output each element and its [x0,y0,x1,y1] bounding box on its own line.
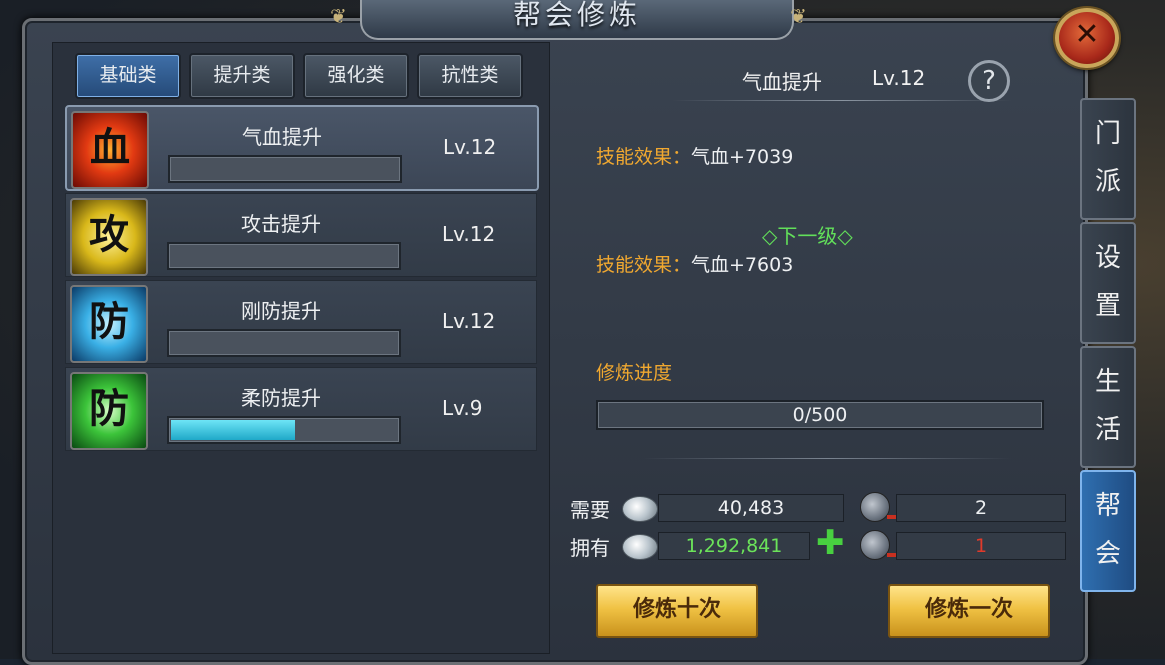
skill-name: 气血提升 [242,125,322,149]
window-title-plate: 帮会修炼 [360,0,794,40]
window-title: 帮会修炼 [512,0,641,31]
skill-detail-panel: 气血提升 Lv.12 ? 技能效果：气血+7039 ◇下一级◇ 技能效果：气血+… [562,42,1074,652]
skill-name: 攻击提升 [241,212,321,236]
skill-name: 刚防提升 [241,299,321,323]
side-tab-sect[interactable]: 门派 [1080,98,1136,220]
detail-skill-name: 气血提升 [742,70,822,94]
need-label: 需要 [570,498,610,522]
skill-level: Lv.12 [442,309,496,333]
skill-list-panel: 基础类 提升类 强化类 抗性类 血 气血提升 Lv.12 攻 攻击提升 Lv.1… [52,42,550,654]
effect-label: 技能效果： [596,254,692,276]
defense-skill-icon: 防 [70,285,148,363]
have-label: 拥有 [570,536,610,560]
current-effect: 技能效果：气血+7039 [596,142,793,169]
silver-coin-icon [622,534,658,560]
training-progress-bar: 0/500 [596,400,1044,430]
title-ornament-left-icon: ❦ [330,4,347,28]
silver-coin-icon [622,496,658,522]
tab-strengthen[interactable]: 强化类 [303,53,409,99]
tab-resistance[interactable]: 抗性类 [417,53,523,99]
tab-basic[interactable]: 基础类 [75,53,181,99]
side-tab-label: 设置 [1094,243,1121,321]
skill-level: Lv.12 [443,135,497,159]
train-once-button[interactable]: 修炼一次 [888,584,1050,638]
skill-item-physical-defense[interactable]: 防 刚防提升 Lv.12 [65,280,537,364]
skill-progress-bar [167,416,401,444]
side-tab-label: 门派 [1094,119,1121,197]
blood-skill-icon: 血 [71,111,149,189]
side-tab-label: 生活 [1094,367,1121,445]
skill-progress-bar [167,242,401,270]
effect-value: 气血+7039 [691,146,794,168]
side-tab-life[interactable]: 生活 [1080,346,1136,468]
guild-token-icon [860,492,897,522]
next-effect: 技能效果：气血+7603 [596,250,793,277]
help-icon[interactable]: ? [968,60,1010,102]
skill-progress-bar [167,329,401,357]
detail-skill-level: Lv.12 [872,66,926,90]
guild-token-icon [860,530,897,560]
need-token: 2 [896,494,1066,522]
skill-item-hp[interactable]: 血 气血提升 Lv.12 [65,105,539,191]
add-silver-icon[interactable]: ✚ [816,526,845,560]
skill-name: 柔防提升 [241,386,321,410]
divider [672,100,1012,101]
divider [642,458,1012,459]
skill-item-attack[interactable]: 攻 攻击提升 Lv.12 [65,193,537,277]
tab-improve[interactable]: 提升类 [189,53,295,99]
effect-label: 技能效果： [596,146,692,168]
skill-progress-bar [168,155,402,183]
next-level-heading: ◇下一级◇ [762,224,853,248]
attack-skill-icon: 攻 [70,198,148,276]
skill-progress-fill [171,420,295,440]
side-tab-settings[interactable]: 设置 [1080,222,1136,344]
skill-item-magic-defense[interactable]: 防 柔防提升 Lv.9 [65,367,537,451]
have-token: 1 [896,532,1066,560]
have-silver: 1,292,841 [658,532,810,560]
skill-level: Lv.12 [442,222,496,246]
title-ornament-right-icon: ❦ [790,4,807,28]
skill-level: Lv.9 [442,396,483,420]
effect-value: 气血+7603 [691,254,794,276]
training-progress-label: 修炼进度 [596,362,673,384]
side-tab-guild[interactable]: 帮会 [1080,470,1136,592]
side-tab-label: 帮会 [1094,491,1121,569]
need-silver: 40,483 [658,494,844,522]
train-ten-times-button[interactable]: 修炼十次 [596,584,758,638]
defense-skill-icon: 防 [70,372,148,450]
